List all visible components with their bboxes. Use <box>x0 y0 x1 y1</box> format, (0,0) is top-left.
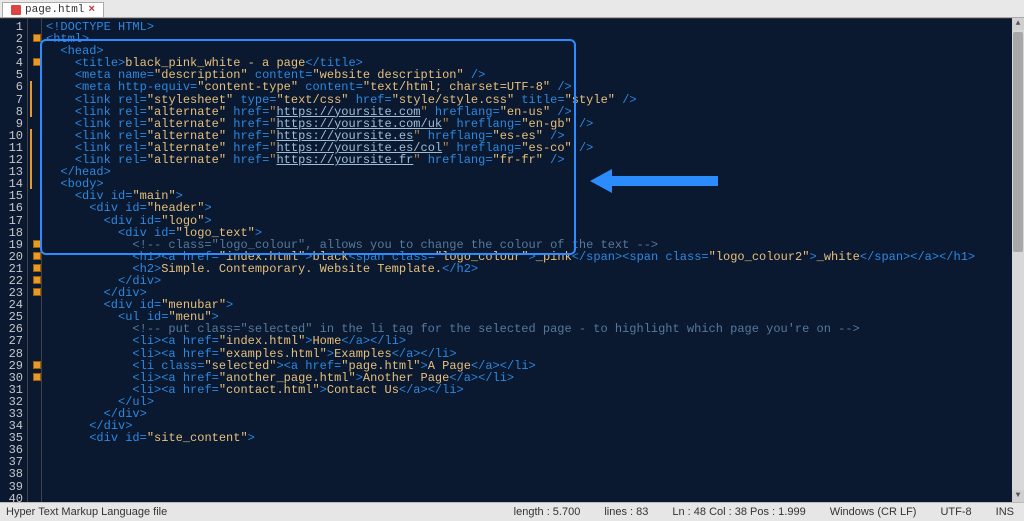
fold-toggle-icon[interactable] <box>33 264 41 272</box>
tab-bar: page.html × <box>0 0 1024 18</box>
code-line[interactable]: </head> <box>46 166 1020 178</box>
status-bar: Hyper Text Markup Language file length :… <box>0 502 1024 521</box>
status-position: Ln : 48 Col : 38 Pos : 1.999 <box>672 506 805 518</box>
code-line[interactable]: </ul> <box>46 396 1020 408</box>
status-length: length : 5.700 <box>514 506 581 518</box>
scroll-up-icon[interactable]: ▲ <box>1012 18 1024 30</box>
code-line[interactable]: </div> <box>46 275 1020 287</box>
fold-toggle-icon[interactable] <box>33 373 41 381</box>
code-line[interactable]: <body> <box>46 178 1020 190</box>
fold-margin[interactable] <box>28 19 42 502</box>
code-line[interactable]: </div> <box>46 408 1020 420</box>
change-marker <box>30 81 32 117</box>
status-mode: INS <box>996 506 1014 518</box>
fold-toggle-icon[interactable] <box>33 276 41 284</box>
tab-label: page.html <box>25 4 84 16</box>
code-area[interactable]: <!DOCTYPE HTML><html> <head> <title>blac… <box>42 19 1024 502</box>
status-encoding: UTF-8 <box>940 506 971 518</box>
change-marker <box>30 129 32 190</box>
line-number-gutter[interactable]: 1234567891011121314151617181920212223242… <box>0 19 28 502</box>
fold-toggle-icon[interactable] <box>33 34 41 42</box>
scroll-thumb[interactable] <box>1013 32 1023 252</box>
code-editor[interactable]: 1234567891011121314151617181920212223242… <box>0 18 1024 502</box>
fold-toggle-icon[interactable] <box>33 288 41 296</box>
status-lines: lines : 83 <box>604 506 648 518</box>
html-file-icon <box>11 5 21 15</box>
close-icon[interactable]: × <box>88 4 95 16</box>
status-eol: Windows (CR LF) <box>830 506 917 518</box>
fold-toggle-icon[interactable] <box>33 361 41 369</box>
status-filetype: Hyper Text Markup Language file <box>6 506 167 518</box>
file-tab[interactable]: page.html × <box>2 2 104 17</box>
fold-toggle-icon[interactable] <box>33 58 41 66</box>
code-line[interactable]: <html> <box>46 33 1020 45</box>
code-line[interactable]: <li><a href="contact.html">Contact Us</a… <box>46 384 1020 396</box>
fold-toggle-icon[interactable] <box>33 240 41 248</box>
code-line[interactable]: <link rel="alternate" href="https://your… <box>46 154 1020 166</box>
code-line[interactable]: <h2>Simple. Contemporary. Website Templa… <box>46 263 1020 275</box>
code-line[interactable]: <!DOCTYPE HTML> <box>46 21 1020 33</box>
vertical-scrollbar[interactable]: ▲ ▼ <box>1012 18 1024 502</box>
fold-toggle-icon[interactable] <box>33 252 41 260</box>
code-line[interactable]: <div id="site_content"> <box>46 432 1020 444</box>
scroll-down-icon[interactable]: ▼ <box>1012 490 1024 502</box>
